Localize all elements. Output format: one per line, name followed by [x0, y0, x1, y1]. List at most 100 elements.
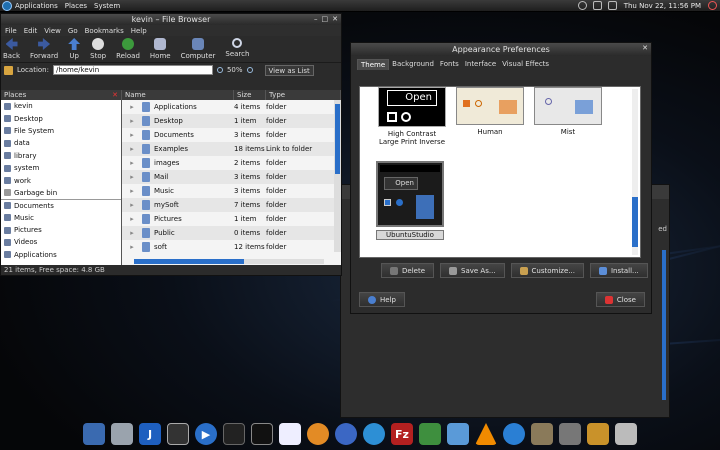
place-music[interactable]: Music	[1, 212, 121, 224]
archive-icon[interactable]	[587, 423, 609, 445]
thunderbird-icon[interactable]	[335, 423, 357, 445]
file-browser-titlebar[interactable]: kevin – File Browser – □ ✕	[1, 14, 341, 25]
scrollbar-thumb[interactable]	[134, 259, 244, 264]
gimp-icon[interactable]	[531, 423, 553, 445]
save-as-button[interactable]: Save As...	[440, 263, 505, 278]
up-button[interactable]: Up	[68, 38, 81, 60]
close-button[interactable]: Close	[595, 292, 645, 307]
menu-file[interactable]: File	[5, 27, 17, 35]
close-icon[interactable]: ✕	[642, 44, 648, 52]
computer-button[interactable]: Computer	[181, 38, 215, 60]
theme-item-high-contrast[interactable]: Open High Contrast Large Print Inverse	[378, 87, 446, 146]
column-size[interactable]: Size	[234, 90, 266, 100]
trash-folder-icon[interactable]	[559, 423, 581, 445]
clock[interactable]: Thu Nov 22, 11:56 PM	[624, 2, 701, 10]
table-row[interactable]: ▸ Mail 3 items folder	[122, 170, 341, 184]
tab-fonts[interactable]: Fonts	[437, 59, 462, 70]
scrollbar-thumb[interactable]	[632, 197, 638, 247]
menu-applications[interactable]: Applications	[15, 2, 58, 10]
table-row[interactable]: ▸ images 2 items folder	[122, 156, 341, 170]
media-player-icon[interactable]: ▶	[195, 423, 217, 445]
tab-background[interactable]: Background	[389, 59, 437, 70]
vlc-icon[interactable]	[475, 423, 497, 445]
camera-icon[interactable]	[167, 423, 189, 445]
maximize-icon[interactable]: □	[322, 15, 329, 23]
filezilla-icon[interactable]: Fz	[391, 423, 413, 445]
menu-help[interactable]: Help	[131, 27, 147, 35]
ubuntu-logo-icon[interactable]	[2, 0, 12, 11]
place-pictures[interactable]: Pictures	[1, 224, 121, 236]
tab-visual-effects[interactable]: Visual Effects	[499, 59, 552, 70]
help-button[interactable]: Help	[359, 292, 405, 307]
menu-go[interactable]: Go	[68, 27, 78, 35]
view-mode-select[interactable]: View as List	[264, 64, 314, 76]
install-button[interactable]: Install...	[589, 263, 648, 278]
table-row[interactable]: ▸ Pictures 1 item folder	[122, 212, 341, 226]
place-kevin[interactable]: kevin	[1, 100, 121, 112]
document-icon[interactable]	[279, 423, 301, 445]
trash-icon[interactable]	[615, 423, 637, 445]
menu-view[interactable]: View	[44, 27, 61, 35]
reload-button[interactable]: Reload	[116, 38, 140, 60]
file-browser-window[interactable]: kevin – File Browser – □ ✕ File Edit Vie…	[0, 13, 342, 276]
table-row[interactable]: ▸ Documents 3 items folder	[122, 128, 341, 142]
location-input[interactable]	[52, 65, 213, 75]
network-tray-icon[interactable]	[592, 1, 602, 10]
place-applications[interactable]: Applications	[1, 249, 121, 261]
file-list-vscrollbar[interactable]	[334, 100, 341, 252]
scrollbar-thumb[interactable]	[335, 104, 340, 174]
menu-bookmarks[interactable]: Bookmarks	[85, 27, 124, 35]
place-documents[interactable]: Documents	[1, 199, 121, 211]
theme-item-human[interactable]: Human	[456, 87, 524, 136]
firefox-icon[interactable]	[307, 423, 329, 445]
file-list-hscrollbar[interactable]	[134, 259, 324, 264]
place-system[interactable]: system	[1, 162, 121, 174]
table-row[interactable]: ▸ Desktop 1 item folder	[122, 114, 341, 128]
theme-item-mist[interactable]: Mist	[534, 87, 602, 136]
home-button[interactable]: Home	[150, 38, 171, 60]
theme-item-ubuntustudio[interactable]: Open UbuntuStudio	[376, 161, 444, 240]
paint-icon[interactable]	[447, 423, 469, 445]
zoom-in-icon[interactable]	[246, 67, 253, 73]
place-work[interactable]: work	[1, 174, 121, 186]
menu-system[interactable]: System	[94, 2, 120, 10]
volume-tray-icon[interactable]	[607, 1, 617, 10]
network-icon[interactable]	[419, 423, 441, 445]
forward-button[interactable]: Forward	[30, 38, 58, 60]
column-type[interactable]: Type	[266, 90, 341, 100]
table-row[interactable]: ▸ Music 3 items folder	[122, 184, 341, 198]
place-desktop[interactable]: Desktop	[1, 112, 121, 124]
theme-list-scrollbar[interactable]	[632, 89, 638, 255]
place-garbage-bin[interactable]: Garbage bin	[1, 187, 121, 199]
place-file-system[interactable]: File System	[1, 125, 121, 137]
tab-interface[interactable]: Interface	[462, 59, 499, 70]
finder-icon[interactable]	[83, 423, 105, 445]
table-row[interactable]: ▸ Examples 18 items Link to folder	[122, 142, 341, 156]
table-row[interactable]: ▸ Applications 4 items folder	[122, 100, 341, 114]
place-data[interactable]: data	[1, 137, 121, 149]
table-row[interactable]: ▸ Public 0 items folder	[122, 226, 341, 240]
stop-button[interactable]: Stop	[90, 38, 106, 60]
appearance-titlebar[interactable]: Appearance Preferences ✕	[351, 43, 651, 56]
drive-icon[interactable]	[111, 423, 133, 445]
search-tray-icon[interactable]	[577, 1, 587, 10]
menu-edit[interactable]: Edit	[24, 27, 38, 35]
delete-button[interactable]: Delete	[381, 263, 434, 278]
zoom-level[interactable]: 50%	[227, 66, 243, 74]
search-button[interactable]: Search	[225, 38, 249, 58]
appearance-preferences-window[interactable]: Appearance Preferences ✕ Theme Backgroun…	[350, 42, 652, 314]
background-window-scrollbar[interactable]	[662, 250, 666, 400]
messenger-icon[interactable]	[363, 423, 385, 445]
tab-theme[interactable]: Theme	[357, 59, 390, 70]
customize-button[interactable]: Customize...	[510, 263, 584, 278]
minimize-icon[interactable]: –	[314, 15, 318, 23]
sidebar-icon[interactable]: J	[139, 423, 161, 445]
close-sidebar-icon[interactable]: ✕	[112, 91, 118, 99]
place-library[interactable]: library	[1, 150, 121, 162]
power-icon[interactable]	[708, 1, 717, 10]
place-videos[interactable]: Videos	[1, 236, 121, 248]
column-name[interactable]: Name	[122, 90, 234, 100]
back-button[interactable]: Back	[3, 38, 20, 60]
table-row[interactable]: ▸ soft 12 items folder	[122, 240, 341, 254]
equalizer-icon[interactable]	[223, 423, 245, 445]
